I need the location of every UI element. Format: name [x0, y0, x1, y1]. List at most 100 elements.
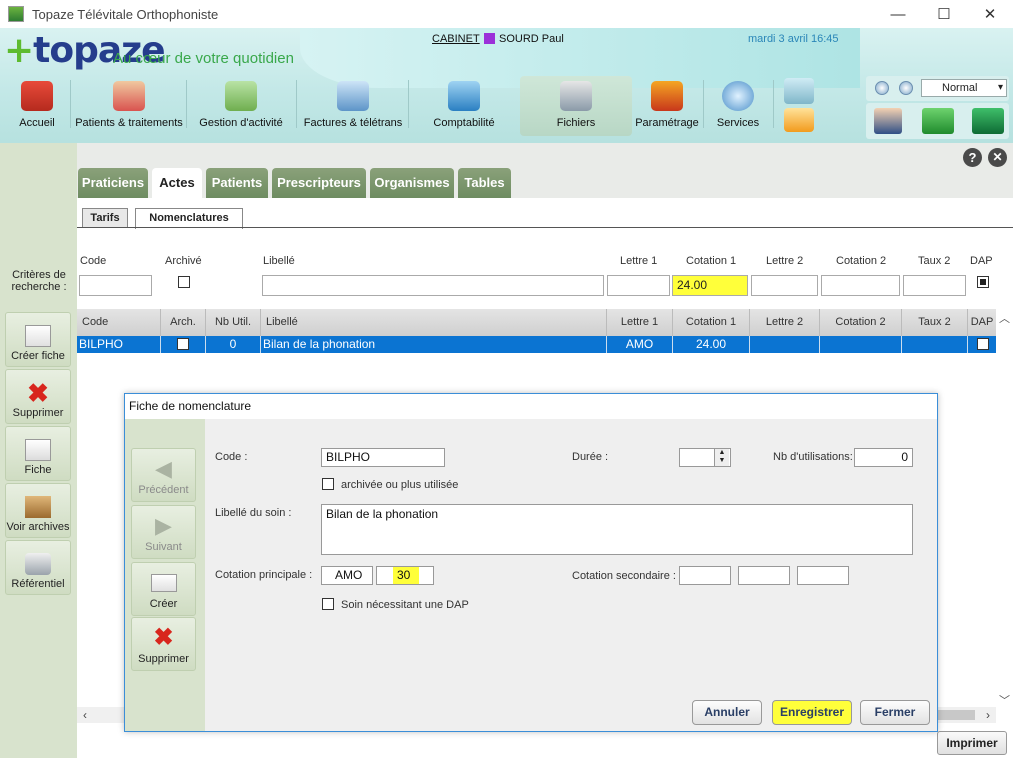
dialog-delete-button[interactable]: ✖ Supprimer: [131, 617, 196, 671]
previous-button[interactable]: ◀ Précédent: [131, 448, 196, 502]
arrow-left-icon: ◀: [155, 456, 172, 481]
cotation-principale-input[interactable]: 30: [376, 566, 434, 585]
tab-praticiens[interactable]: Praticiens: [78, 168, 148, 198]
print-button[interactable]: Imprimer: [937, 731, 1007, 755]
nav-accueil[interactable]: Accueil: [10, 76, 64, 136]
column-header-lettre2[interactable]: Lettre 2: [750, 309, 820, 336]
nav-fichiers[interactable]: Fichiers: [520, 76, 632, 136]
code-input[interactable]: BILPHO: [321, 448, 445, 467]
button-label: Créer fiche: [11, 350, 65, 362]
invoices-icon: [337, 81, 369, 111]
criteria-code-input[interactable]: [79, 275, 152, 296]
cotation-secondaire-input[interactable]: [738, 566, 790, 585]
cotation-secondaire-lettre[interactable]: [679, 566, 731, 585]
tab-prescripteurs[interactable]: Prescripteurs: [272, 168, 366, 198]
archived-checkbox[interactable]: [322, 478, 334, 490]
column-header-lettre1[interactable]: Lettre 1: [607, 309, 673, 336]
delete-button[interactable]: ✖ Supprimer: [5, 369, 71, 424]
column-header-code[interactable]: Code: [77, 309, 161, 336]
criteria-archived-checkbox[interactable]: [178, 276, 190, 288]
cotation-principale-label: Cotation principale :: [215, 569, 313, 581]
pencil-icon[interactable]: [784, 108, 814, 132]
nav-factures[interactable]: Factures & télétrans: [300, 76, 406, 136]
scroll-up-arrow[interactable]: ︿: [997, 310, 1012, 325]
column-header-dap[interactable]: DAP: [968, 309, 996, 336]
dap-checkbox[interactable]: [322, 598, 334, 610]
next-button[interactable]: ▶ Suivant: [131, 505, 196, 559]
close-module-icon[interactable]: ✕: [988, 148, 1007, 167]
minimize-button[interactable]: —: [875, 0, 921, 28]
help-icon[interactable]: ?: [963, 148, 982, 167]
dap-label: Soin nécessitant une DAP: [341, 599, 469, 611]
table-header: Code Arch. Nb Util. Libellé Lettre 1 Cot…: [77, 309, 996, 336]
nav-patients[interactable]: Patients & traitements: [74, 76, 184, 136]
nav-parametrage[interactable]: Paramétrage: [634, 76, 700, 136]
subtab-tarifs[interactable]: Tarifs: [82, 208, 128, 228]
criteria-lettre2-input[interactable]: [751, 275, 818, 296]
nav-label: Factures & télétrans: [303, 117, 403, 129]
new-sheet-icon: [25, 325, 51, 347]
criteria-cotation1-input[interactable]: 24.00: [672, 275, 748, 296]
create-button[interactable]: Créer: [131, 562, 196, 616]
criteria-libelle-input[interactable]: [262, 275, 604, 296]
tab-actes[interactable]: Actes: [152, 168, 202, 198]
referential-button[interactable]: Référentiel: [5, 540, 71, 595]
duree-label: Durée :: [572, 451, 609, 463]
nav-gestion[interactable]: Gestion d'activité: [190, 76, 292, 136]
nav-comptabilite[interactable]: Comptabilité: [412, 76, 516, 136]
scroll-right-arrow[interactable]: ›: [980, 707, 996, 723]
cell-lettre1: AMO: [607, 336, 673, 353]
tagline: Au cœur de votre quotidien: [113, 50, 294, 67]
zoom-select[interactable]: Normal: [921, 79, 1007, 97]
criteria-dap-checkbox[interactable]: [977, 276, 989, 288]
card-reader-icon[interactable]: [972, 108, 1004, 134]
column-header-taux2[interactable]: Taux 2: [902, 309, 968, 336]
zoom-out-icon[interactable]: [875, 81, 889, 95]
scroll-left-arrow[interactable]: ‹: [77, 707, 93, 723]
reference-db-icon: [25, 553, 51, 575]
zoom-in-icon[interactable]: [899, 81, 913, 95]
duree-spinner[interactable]: ▲ ▼: [714, 449, 729, 466]
user-name: SOURD Paul: [499, 33, 564, 45]
row-archived-checkbox[interactable]: [177, 338, 189, 350]
save-button[interactable]: Enregistrer: [772, 700, 852, 725]
cotation-secondaire-label: Cotation secondaire :: [572, 570, 676, 582]
cotation-principale-lettre[interactable]: AMO: [321, 566, 373, 585]
libelle-textarea[interactable]: Bilan de la phonation: [321, 504, 913, 555]
maximize-button[interactable]: ☐: [921, 0, 967, 28]
column-header-libelle[interactable]: Libellé: [261, 309, 607, 336]
vitale-card-icon[interactable]: [922, 108, 954, 134]
scroll-thumb[interactable]: [937, 710, 975, 720]
close-button[interactable]: Fermer: [860, 700, 930, 725]
nav-services[interactable]: Services: [707, 76, 769, 136]
column-header-nb-util[interactable]: Nb Util.: [206, 309, 261, 336]
view-archives-button[interactable]: Voir archives: [5, 483, 71, 538]
cabinet-link[interactable]: CABINET: [432, 33, 480, 45]
tab-organismes[interactable]: Organismes: [370, 168, 454, 198]
datetime: mardi 3 avril 16:45: [748, 33, 839, 45]
nb-utilisations-input[interactable]: 0: [854, 448, 913, 467]
button-label: Précédent: [138, 484, 189, 496]
column-header-cotation1[interactable]: Cotation 1: [673, 309, 750, 336]
cancel-button[interactable]: Annuler: [692, 700, 762, 725]
tab-patients[interactable]: Patients: [206, 168, 268, 198]
criteria-taux2-input[interactable]: [903, 275, 966, 296]
sheet-button[interactable]: Fiche: [5, 426, 71, 481]
doctor-icon[interactable]: [874, 108, 902, 134]
row-dap-checkbox[interactable]: [977, 338, 989, 350]
column-header-arch[interactable]: Arch.: [161, 309, 206, 336]
window-close-button[interactable]: ✕: [967, 0, 1013, 28]
create-sheet-button[interactable]: Créer fiche: [5, 312, 71, 367]
arrow-right-icon: ▶: [155, 513, 172, 538]
table-row[interactable]: BILPHO 0 Bilan de la phonation AMO 24.00: [77, 336, 996, 353]
nav-separator: [408, 80, 409, 128]
chart-tool-icon[interactable]: [784, 78, 814, 104]
tab-tables[interactable]: Tables: [458, 168, 511, 198]
cotation-secondaire-taux[interactable]: [797, 566, 849, 585]
criteria-cotation2-label: Cotation 2: [836, 255, 887, 267]
subtab-nomenclatures[interactable]: Nomenclatures: [135, 208, 243, 229]
scroll-down-arrow[interactable]: ﹀: [997, 692, 1012, 707]
column-header-cotation2[interactable]: Cotation 2: [820, 309, 902, 336]
criteria-cotation2-input[interactable]: [821, 275, 900, 296]
criteria-lettre1-input[interactable]: [607, 275, 670, 296]
